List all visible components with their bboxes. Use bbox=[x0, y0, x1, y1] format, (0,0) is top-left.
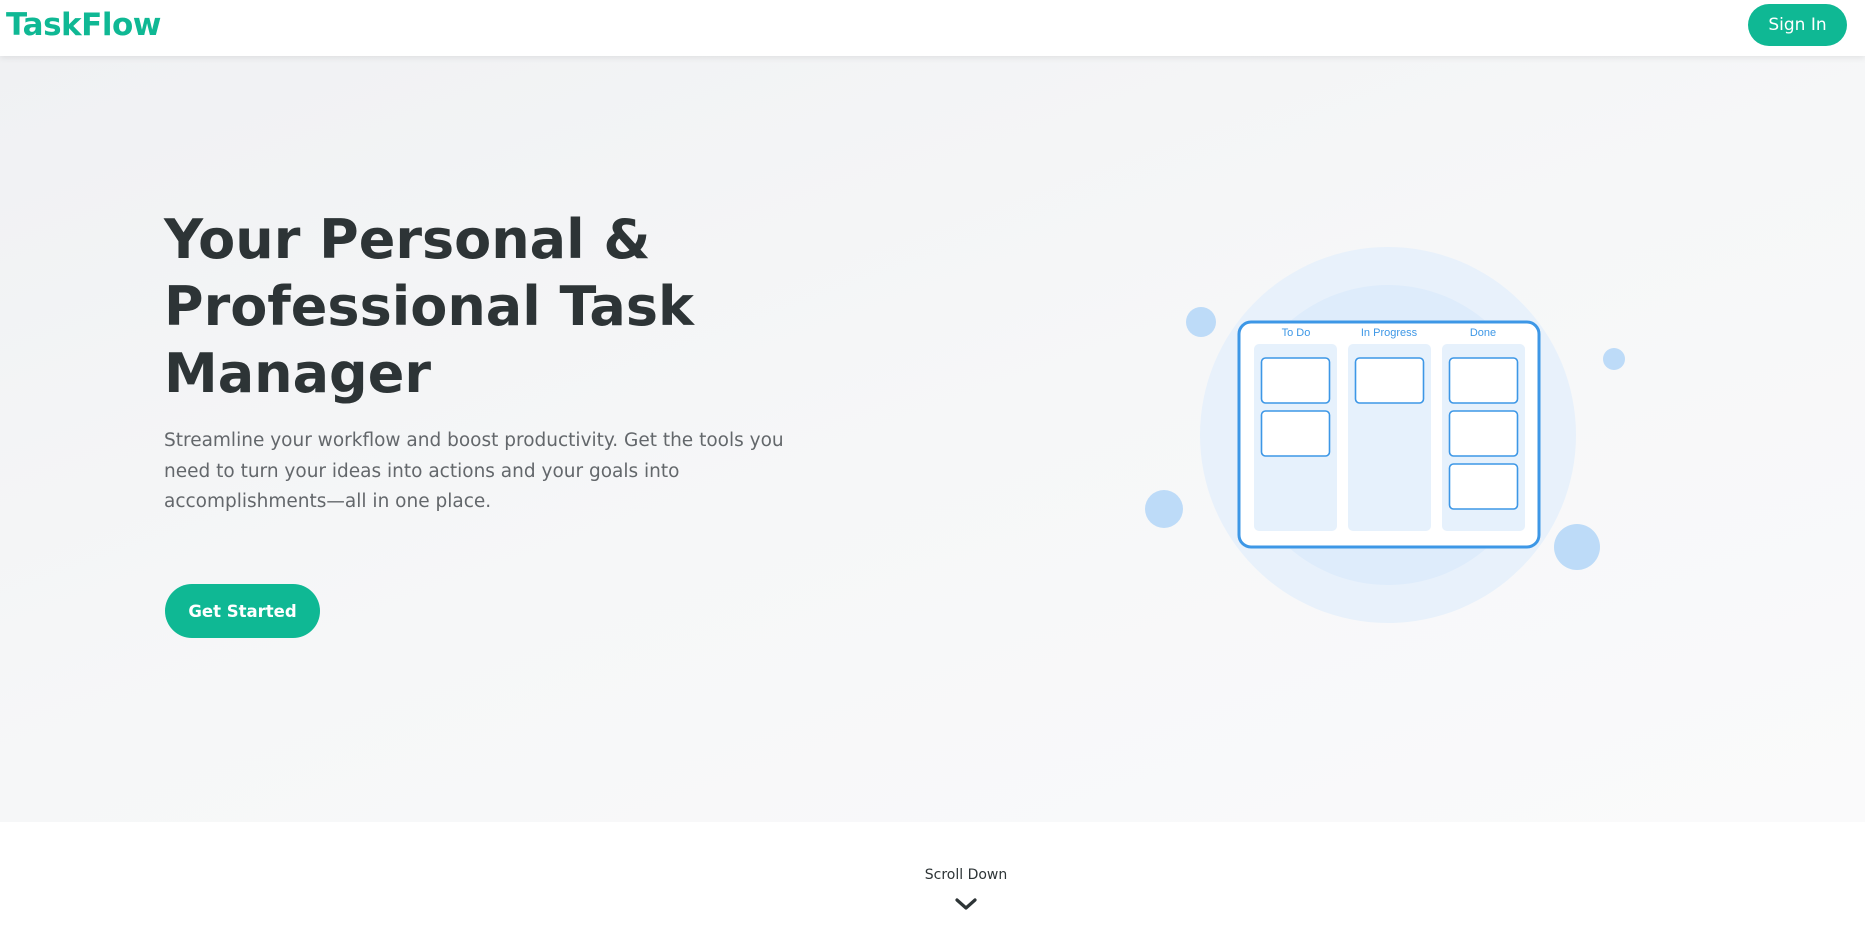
navbar: TaskFlow Sign In bbox=[0, 0, 1865, 56]
headline-line-3: Manager bbox=[164, 342, 431, 405]
decor-bubble bbox=[1554, 524, 1600, 570]
decor-bubble bbox=[1145, 490, 1183, 528]
headline-line-1: Your Personal & bbox=[164, 208, 651, 271]
headline-line-2: Professional Task bbox=[164, 275, 694, 338]
column-title-done: Done bbox=[1470, 327, 1496, 339]
hero-headline: Your Personal & Professional Task Manage… bbox=[164, 206, 864, 407]
task-card bbox=[1260, 357, 1331, 404]
hero-subtitle: Streamline your workflow and boost produ… bbox=[164, 426, 784, 518]
get-started-button[interactable]: Get Started bbox=[165, 584, 320, 638]
scroll-down-label[interactable]: Scroll Down bbox=[866, 867, 1066, 883]
logo[interactable]: TaskFlow bbox=[6, 7, 161, 43]
decor-bubble bbox=[1603, 348, 1625, 370]
column-title-in-progress: In Progress bbox=[1361, 327, 1418, 339]
sign-in-button[interactable]: Sign In bbox=[1748, 4, 1847, 46]
subtitle-line-1: Streamline your workflow and boost produ… bbox=[164, 430, 784, 451]
kanban-board-illustration: To Do In Progress Done bbox=[1145, 247, 1625, 623]
subtitle-line-3: accomplishments—all in one place. bbox=[164, 491, 492, 512]
chevron-down-icon[interactable] bbox=[954, 896, 978, 912]
column-title-todo: To Do bbox=[1282, 327, 1311, 339]
subtitle-line-2: need to turn your ideas into actions and… bbox=[164, 460, 680, 482]
task-card bbox=[1448, 410, 1519, 457]
task-card bbox=[1448, 463, 1519, 510]
task-card bbox=[1354, 357, 1425, 404]
decor-bubble bbox=[1186, 307, 1216, 337]
task-card bbox=[1448, 357, 1519, 404]
task-card bbox=[1260, 410, 1331, 457]
